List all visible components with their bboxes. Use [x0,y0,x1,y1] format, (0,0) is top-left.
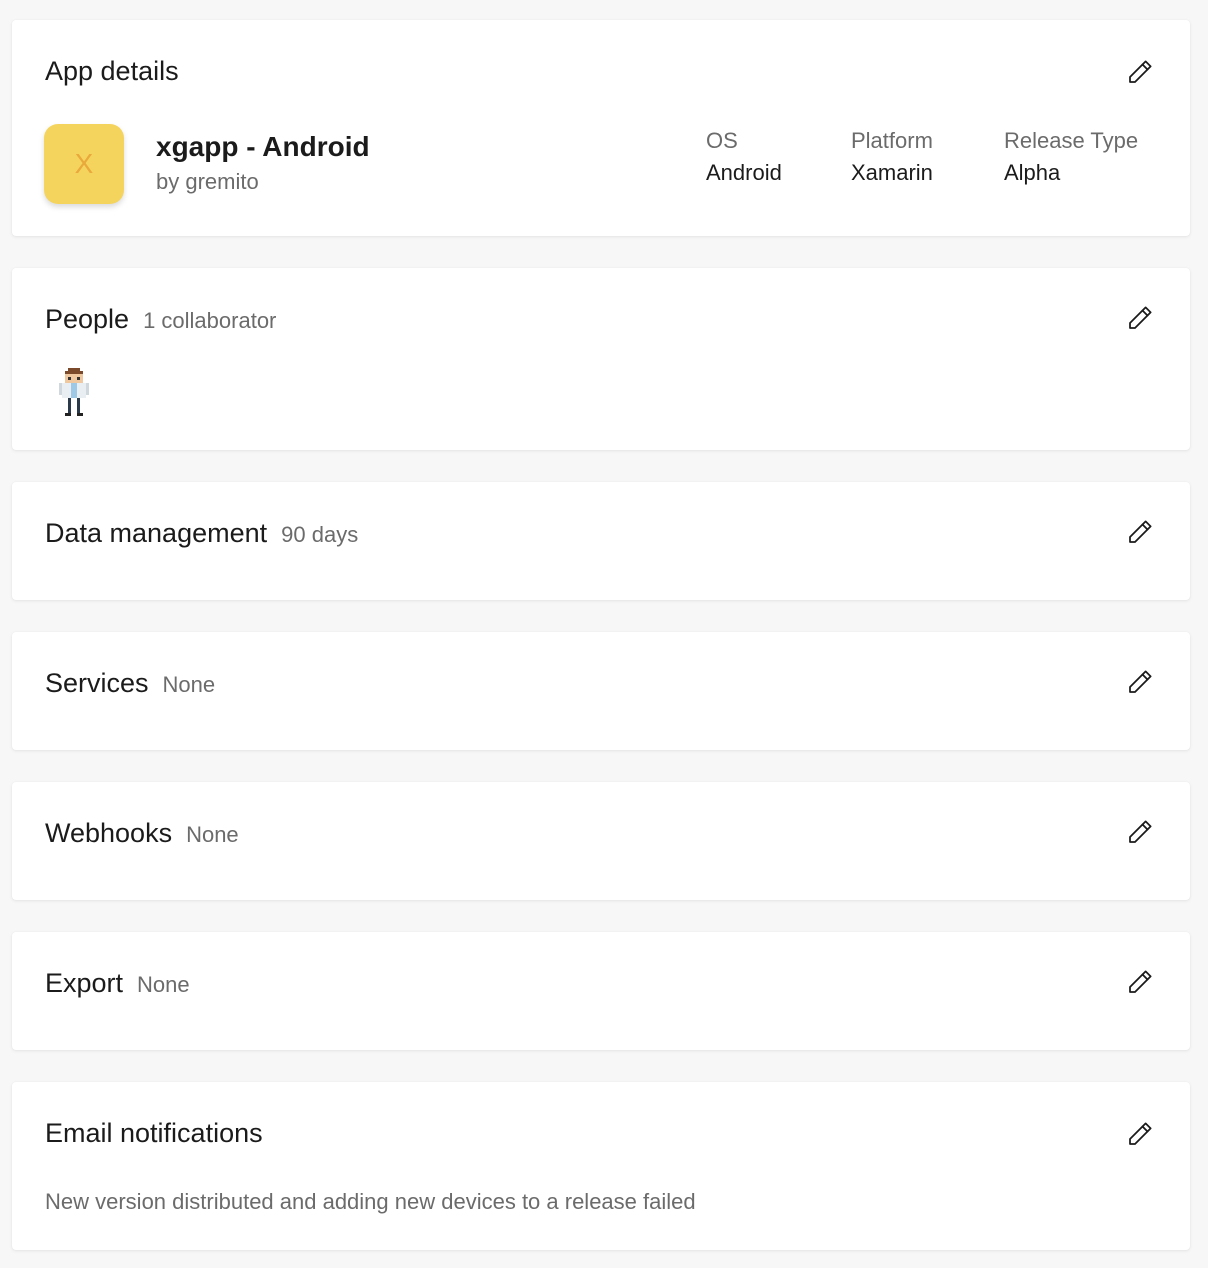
webhooks-status: None [186,822,239,847]
export-status: None [137,972,190,997]
card-title: People [45,304,130,334]
retention-period: 90 days [281,522,359,547]
app-details-card: App details X xgapp - Android by gremito… [12,20,1190,236]
services-status: None [162,672,216,697]
email-notifications-card: Email notifications New version distribu… [12,1082,1190,1250]
detail-value: Xamarin [851,160,933,185]
services-card: Services None [12,632,1190,750]
pixel-avatar-icon[interactable] [56,368,92,416]
edit-app-details-button[interactable] [1124,56,1156,88]
pencil-icon [1129,1122,1152,1145]
app-owner: by gremito [156,169,259,194]
collaborator-count: 1 collaborator [143,308,277,333]
data-management-header: Data management 90 days [45,518,358,548]
pencil-icon [1129,670,1152,693]
edit-people-button[interactable] [1124,302,1156,334]
pencil-icon [1129,60,1152,83]
webhooks-header: Webhooks None [45,818,239,848]
detail-label: Platform [851,128,933,153]
detail-platform: Platform Xamarin [851,126,933,190]
edit-data-management-button[interactable] [1124,516,1156,548]
card-title: Services [45,668,149,698]
card-title: Export [45,968,124,998]
webhooks-card: Webhooks None [12,782,1190,900]
people-card: People 1 collaborator [12,268,1190,450]
export-card: Export None [12,932,1190,1050]
pencil-icon [1129,820,1152,843]
pencil-icon [1129,520,1152,543]
edit-services-button[interactable] [1124,666,1156,698]
email-notifications-header: Email notifications [45,1118,263,1148]
card-title: Data management [45,518,268,548]
services-header: Services None [45,668,215,698]
export-header: Export None [45,968,190,998]
pencil-icon [1129,306,1152,329]
edit-webhooks-button[interactable] [1124,816,1156,848]
people-header: People 1 collaborator [45,304,276,334]
edit-export-button[interactable] [1124,966,1156,998]
detail-value: Android [706,160,782,185]
app-icon: X [44,124,124,204]
app-details-header: App details [45,56,179,86]
detail-label: Release Type [1004,128,1139,153]
detail-release-type: Release Type Alpha [1004,126,1138,190]
detail-value: Alpha [1004,160,1061,185]
card-title: Email notifications [45,1118,263,1148]
detail-label: OS [706,128,738,153]
detail-os: OS Android [706,126,782,190]
card-title: Webhooks [45,818,173,848]
pencil-icon [1129,970,1152,993]
email-notifications-description: New version distributed and adding new d… [45,1189,696,1214]
app-icon-letter: X [74,148,94,179]
app-name: xgapp - Android [156,131,370,162]
edit-email-notifications-button[interactable] [1124,1118,1156,1150]
card-title: App details [45,56,179,86]
data-management-card: Data management 90 days [12,482,1190,600]
